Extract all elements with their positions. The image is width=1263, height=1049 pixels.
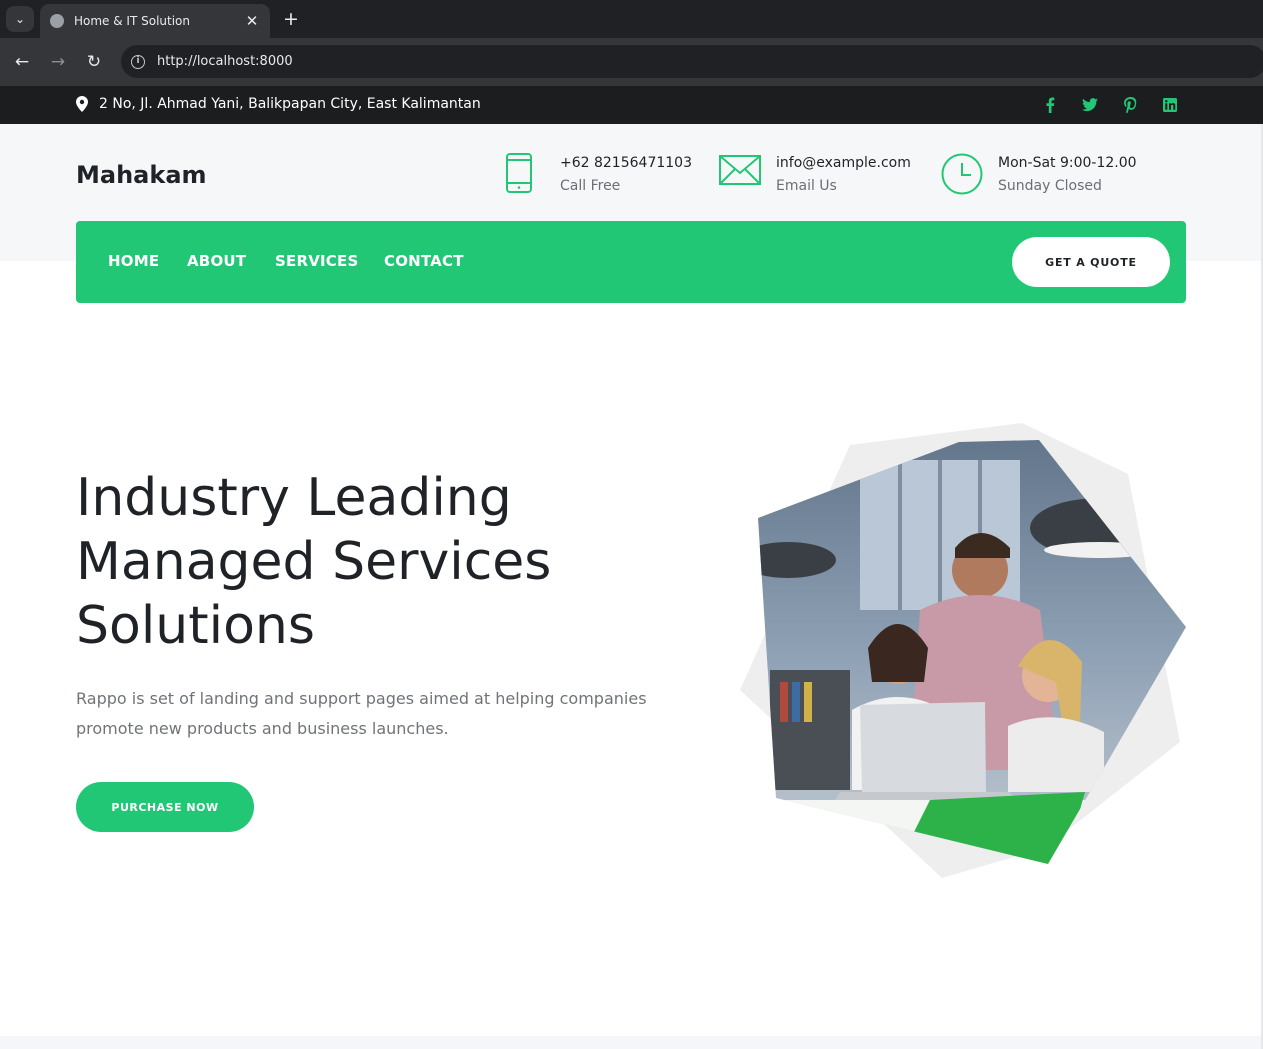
hours-contact: Mon-Sat 9:00-12.00 Sunday Closed — [940, 152, 1137, 198]
nav-home[interactable]: HOME — [108, 252, 159, 270]
map-pin-icon — [76, 96, 88, 112]
close-tab-icon[interactable]: ✕ — [244, 12, 260, 30]
browser-tab-strip: ⌄ Home & IT Solution ✕ + — [0, 0, 1263, 38]
main-navigation: HOME ABOUT SERVICES CONTACT GET A QUOTE — [76, 221, 1186, 303]
globe-icon — [50, 14, 64, 28]
phone-caption: Call Free — [560, 178, 621, 194]
phone-contact: +62 82156471103 Call Free — [505, 152, 692, 198]
get-a-quote-button[interactable]: GET A QUOTE — [1012, 237, 1170, 287]
nav-contact[interactable]: CONTACT — [384, 252, 464, 270]
hero-title: Industry Leading Managed Services Soluti… — [76, 466, 696, 658]
email-address[interactable]: info@example.com — [776, 152, 911, 175]
tab-search-button[interactable]: ⌄ — [6, 6, 34, 32]
mobile-phone-icon — [506, 153, 532, 193]
email-contact: info@example.com Email Us — [718, 152, 911, 198]
hero-description: Rappo is set of landing and support page… — [76, 689, 647, 738]
nav-about[interactable]: ABOUT — [187, 252, 246, 270]
envelope-icon — [719, 155, 761, 185]
browser-tab[interactable]: Home & IT Solution ✕ — [40, 4, 270, 38]
forward-arrow-icon[interactable]: → — [47, 51, 69, 73]
address-text: 2 No, Jl. Ahmad Yani, Balikpapan City, E… — [99, 96, 481, 112]
reload-icon[interactable]: ↻ — [83, 51, 105, 73]
twitter-icon[interactable] — [1080, 95, 1100, 115]
address-bar[interactable]: i http://localhost:8000 — [121, 45, 1263, 78]
opening-hours: Mon-Sat 9:00-12.00 — [998, 155, 1137, 171]
clock-icon — [941, 153, 983, 195]
top-info-bar: 2 No, Jl. Ahmad Yani, Balikpapan City, E… — [0, 86, 1263, 124]
hero-title-line-2: Managed Services — [76, 532, 552, 592]
pinterest-icon[interactable] — [1120, 95, 1140, 115]
browser-toolbar: ← → ↻ i http://localhost:8000 — [0, 38, 1263, 86]
hero-title-line-3: Solutions — [76, 596, 315, 656]
hero-title-line-1: Industry Leading — [76, 468, 512, 528]
purchase-now-button[interactable]: PURCHASE NOW — [76, 782, 254, 832]
next-section-edge — [0, 1036, 1263, 1049]
phone-number[interactable]: +62 82156471103 — [560, 152, 692, 175]
linkedin-icon[interactable] — [1160, 95, 1180, 115]
closed-day: Sunday Closed — [998, 178, 1102, 194]
tab-title: Home & IT Solution — [74, 14, 190, 28]
url-text[interactable]: http://localhost:8000 — [157, 54, 293, 69]
nav-services[interactable]: SERVICES — [275, 252, 358, 270]
brand-logo[interactable]: Mahakam — [76, 161, 207, 189]
facebook-icon[interactable] — [1040, 95, 1060, 115]
site-info-icon[interactable]: i — [131, 54, 145, 69]
back-arrow-icon[interactable]: ← — [11, 51, 33, 73]
topbar-address: 2 No, Jl. Ahmad Yani, Balikpapan City, E… — [76, 96, 481, 112]
email-caption: Email Us — [776, 178, 837, 194]
hero-team-photo — [740, 423, 1186, 878]
social-links — [1040, 95, 1200, 115]
new-tab-button[interactable]: + — [283, 8, 299, 30]
